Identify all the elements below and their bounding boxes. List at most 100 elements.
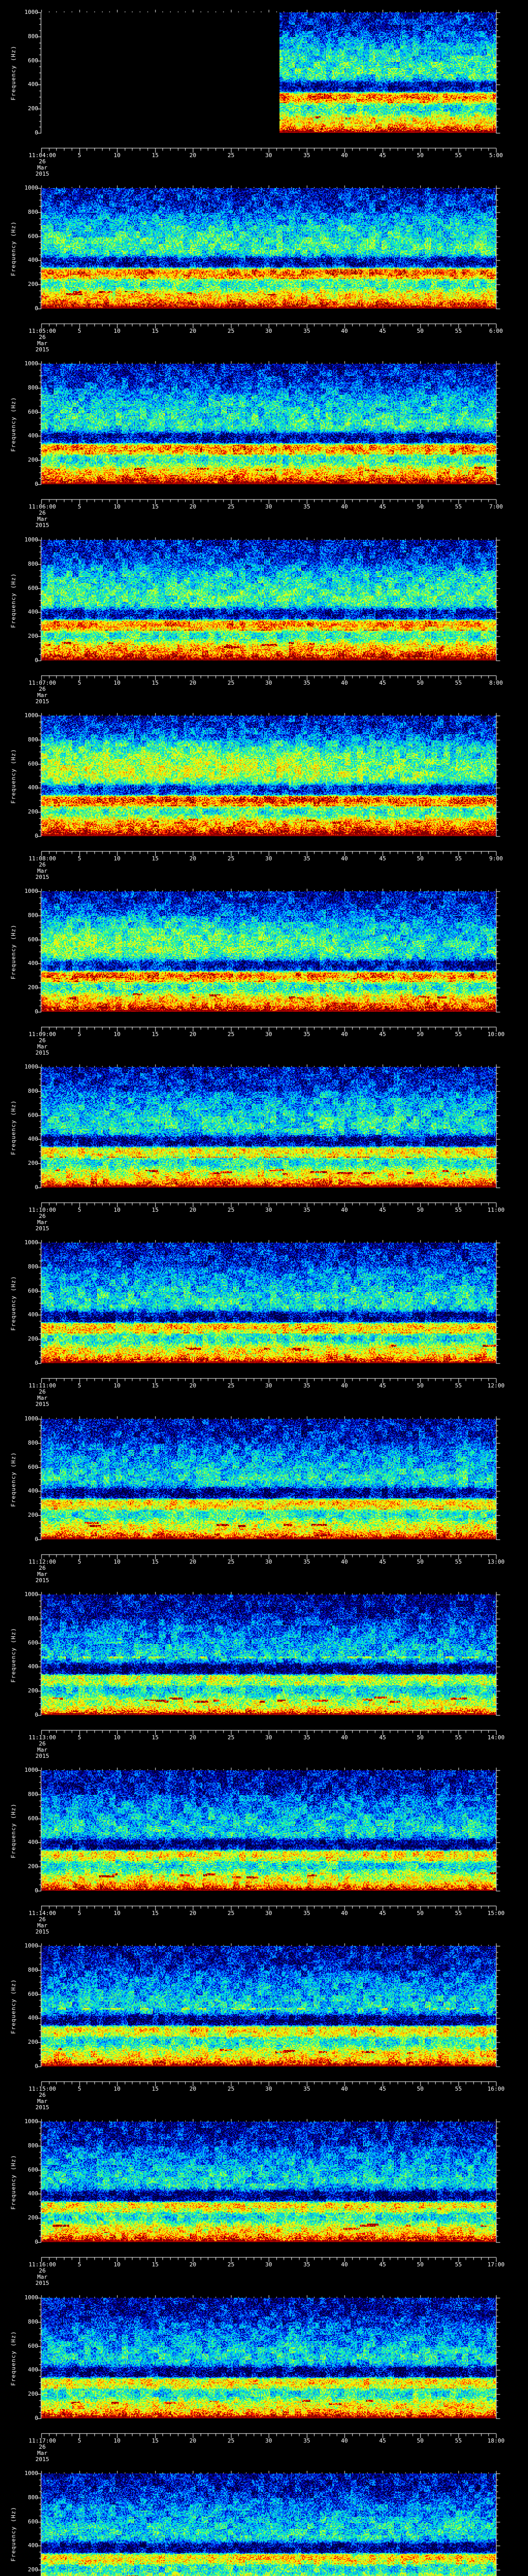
y-tick-label: 0 [35,1711,38,1718]
y-tick-label: 400 [28,2190,38,2197]
x-tick-label: 45 [379,1382,386,1389]
x-tick-label: 50 [417,2437,424,2444]
x-tick-label: 20 [189,152,196,159]
x-tick-label: 35 [303,1382,310,1389]
frequency-axis-label: Frequency (Hz) [10,573,17,628]
end-time-label: 15:00 [487,1910,505,1917]
x-tick-label: 40 [341,855,348,862]
y-tick-label: 600 [28,1815,38,1822]
y-tick-label: 200 [28,1160,38,1166]
y-tick-label: 200 [28,2214,38,2221]
y-tick-label: 200 [28,1863,38,1870]
x-tick-label: 30 [265,1558,272,1565]
spectrogram-panel: Frequency (Hz) 02004006008001000 11:18:0… [0,2463,528,2576]
x-tick-label: 50 [417,1031,424,1038]
x-tick-label: 5 [77,503,81,510]
x-tick-label: 5 [77,855,81,862]
x-tick-label: 30 [265,152,272,159]
y-tick-label: 600 [28,2518,38,2525]
frequency-axis-label: Frequency (Hz) [10,1452,17,1507]
frequency-axis-label: Frequency (Hz) [10,2155,17,2210]
x-tick-label: 35 [303,1734,310,1741]
end-time-label: 18:00 [487,2437,505,2444]
x-tick-label: 10 [113,1734,121,1741]
x-tick-label: 25 [227,1031,235,1038]
x-tick-label: 45 [379,503,386,510]
x-tick-label: 40 [341,328,348,334]
x-tick-label: 15 [152,1031,159,1038]
x-tick-label: 50 [417,2261,424,2268]
y-tick-label: 1000 [24,2118,39,2125]
spectrogram-panel: Frequency (Hz) 0 200 400 600 800 1000 11:05:0… [0,178,528,356]
frequency-axis-label: Frequency (Hz) [10,45,17,100]
x-tick-label: 30 [265,503,272,510]
x-tick-label: 35 [303,1558,310,1565]
y-tick-label: 800 [28,209,38,215]
x-tick-label: 20 [189,1207,196,1213]
date-year: 2015 [35,1049,50,1056]
y-tick-label: 200 [28,808,38,815]
x-tick-label: 55 [455,1031,462,1038]
x-tick-label: 5 [77,1031,81,1038]
date-year: 2015 [35,2456,50,2463]
y-tick-label: 800 [28,2318,38,2325]
x-tick-label: 50 [417,503,424,510]
x-tick-label: 40 [341,1910,348,1917]
x-tick-label: 30 [265,680,272,686]
x-tick-label: 40 [341,503,348,510]
x-tick-label: 5 [77,152,81,159]
x-tick-label: 50 [417,855,424,862]
x-tick-label: 50 [417,1910,424,1917]
x-tick-label: 45 [379,1558,386,1565]
x-tick-label: 20 [189,1031,196,1038]
frequency-axis-label: Frequency (Hz) [10,1628,17,1683]
x-tick-label: 10 [113,1910,121,1917]
y-tick-label: 200 [28,984,38,991]
x-tick-label: 10 [113,2261,121,2268]
date-year: 2015 [35,1225,50,1232]
x-tick-label: 45 [379,1910,386,1917]
x-tick-label: 5 [77,1207,81,1213]
x-tick-label: 25 [227,503,235,510]
x-tick-label: 15 [152,328,159,334]
x-tick-label: 20 [189,855,196,862]
frequency-axis-label: Frequency (Hz) [10,2331,17,2386]
x-tick-label: 45 [379,328,386,334]
frequency-axis-label: Frequency (Hz) [10,397,17,452]
frequency-axis-label: Frequency (Hz) [10,2506,17,2562]
end-time-label: 13:00 [487,1558,505,1565]
y-tick-label: 0 [35,305,38,312]
x-tick-label: 10 [113,152,121,159]
y-tick-label: 800 [28,1439,38,1446]
spectrogram-panel: Frequency (Hz) 0 200 400 600 800 1000 11:12:0… [0,1409,528,1587]
frequency-axis-label: Frequency (Hz) [10,1276,17,1331]
spectrogram-panel: Frequency (Hz) 0 200 400 600 800 1000 11:06:0… [0,353,528,532]
y-tick-label: 600 [28,233,38,240]
spectrogram-panel: Frequency (Hz) 0 200 400 600 800 1000 11:16:0… [0,2111,528,2290]
x-tick-label: 35 [303,2261,310,2268]
x-tick-label: 55 [455,1558,462,1565]
x-tick-label: 35 [303,1031,310,1038]
y-tick-label: 400 [28,1663,38,1670]
y-tick-label: 1000 [24,1063,39,1070]
x-tick-label: 15 [152,2261,159,2268]
y-tick-label: 0 [35,1184,38,1191]
date-year: 2015 [35,2104,50,2111]
x-tick-label: 50 [417,1558,424,1565]
end-time-label: 16:00 [487,2086,505,2092]
x-tick-label: 10 [113,1207,121,1213]
x-tick-label: 20 [189,2086,196,2092]
y-tick-label: 600 [28,1287,38,1294]
x-tick-label: 5 [77,1734,81,1741]
frequency-axis-label: Frequency (Hz) [10,1803,17,1858]
x-tick-label: 30 [265,2086,272,2092]
x-tick-label: 35 [303,503,310,510]
x-tick-label: 10 [113,680,121,686]
x-tick-label: 20 [189,1382,196,1389]
spectrogram-panel: Frequency (Hz) 0 200 400 600 800 1000 11:08:0… [0,705,528,884]
y-tick-label: 0 [35,657,38,664]
y-tick-label: 800 [28,912,38,919]
x-tick-label: 10 [113,2086,121,2092]
y-tick-label: 0 [35,2415,38,2421]
y-tick-label: 600 [28,409,38,415]
